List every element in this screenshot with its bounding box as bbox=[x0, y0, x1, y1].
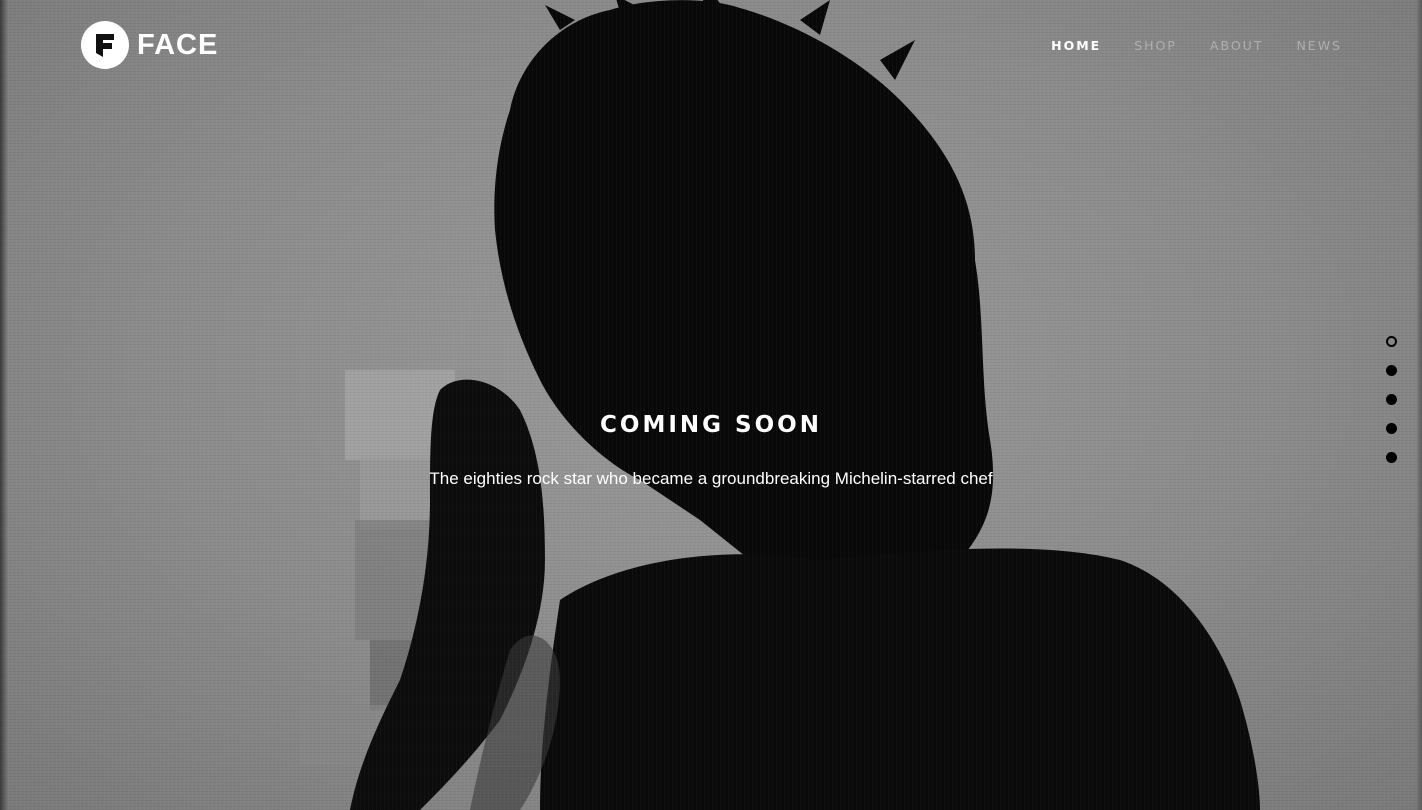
slide-dot-3[interactable] bbox=[1386, 394, 1397, 405]
brand-name: FACE bbox=[137, 28, 219, 61]
slide-dot-2[interactable] bbox=[1386, 365, 1397, 376]
slide-pagination bbox=[1386, 336, 1397, 463]
slide-dot-4[interactable] bbox=[1386, 423, 1397, 434]
hero-subtitle: The eighties rock star who became a grou… bbox=[429, 469, 993, 488]
slide-dot-5[interactable] bbox=[1386, 452, 1397, 463]
main-nav: HOME SHOP ABOUT NEWS bbox=[1018, 38, 1342, 53]
nav-about[interactable]: ABOUT bbox=[1210, 38, 1264, 53]
brand-logo[interactable]: FACE bbox=[81, 21, 218, 69]
hero-text: COMING SOON The eighties rock star who b… bbox=[0, 405, 1422, 489]
nav-news[interactable]: NEWS bbox=[1296, 38, 1342, 53]
logo-f-icon bbox=[81, 21, 129, 69]
hero-page: FACE HOME SHOP ABOUT NEWS COMING SOON Th… bbox=[0, 0, 1422, 810]
nav-shop[interactable]: SHOP bbox=[1134, 38, 1177, 53]
nav-home[interactable]: HOME bbox=[1051, 38, 1101, 53]
slide-dot-1[interactable] bbox=[1386, 336, 1397, 347]
hero-title: COMING SOON bbox=[600, 412, 822, 438]
site-header: FACE HOME SHOP ABOUT NEWS bbox=[0, 0, 1422, 92]
